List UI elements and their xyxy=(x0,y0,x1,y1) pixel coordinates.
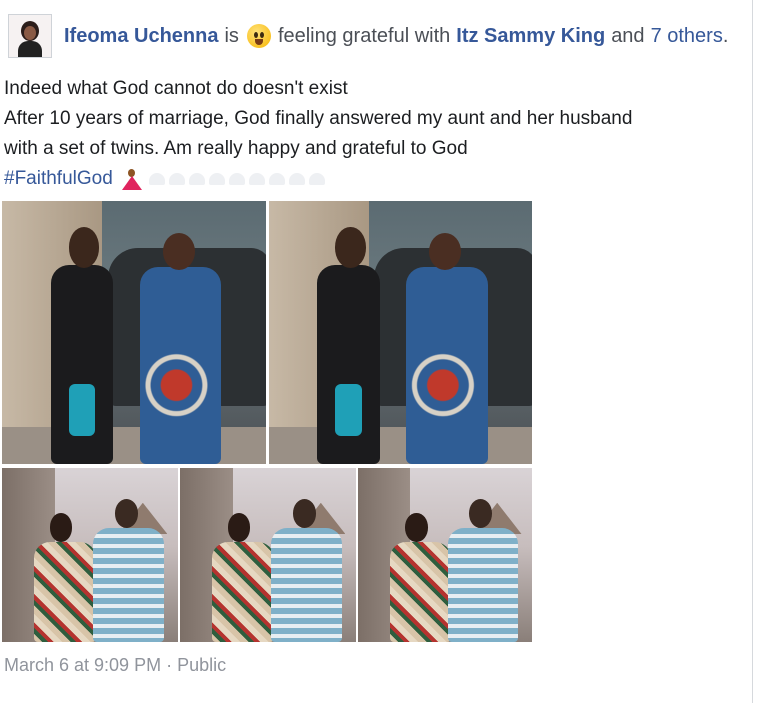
verb-text: is xyxy=(224,24,239,47)
avatar[interactable] xyxy=(8,14,52,58)
timestamp-link[interactable]: March 6 at 9:09 PM xyxy=(4,655,161,675)
faded-emoji-icon xyxy=(288,173,305,185)
others-link[interactable]: 7 others xyxy=(651,25,723,48)
post-message: Indeed what God cannot do doesn't exist … xyxy=(4,74,632,194)
message-line: Indeed what God cannot do doesn't exist xyxy=(4,78,348,99)
faded-emoji-icon xyxy=(228,173,245,185)
post-photo[interactable] xyxy=(358,468,532,642)
header-period: . xyxy=(722,24,729,47)
post-header-text: Ifeoma Uchenna is feeling grateful with … xyxy=(64,24,728,48)
faded-emoji-icon xyxy=(268,173,285,185)
tagged-person-link[interactable]: Itz Sammy King xyxy=(456,25,605,48)
photo-scene xyxy=(358,468,532,642)
faded-emoji-row xyxy=(148,173,325,185)
post-card: Ifeoma Uchenna is feeling grateful with … xyxy=(0,0,752,703)
photo-scene xyxy=(2,201,266,464)
faded-emoji-icon xyxy=(148,173,165,185)
photo-scene xyxy=(180,468,356,642)
page-divider xyxy=(752,0,753,703)
message-line: with a set of twins. Am really happy and… xyxy=(4,138,468,159)
faded-emoji-icon xyxy=(248,173,265,185)
smiling-face-icon xyxy=(246,24,271,48)
post-photo[interactable] xyxy=(269,201,532,464)
hashtag-link[interactable]: #FaithfulGod xyxy=(4,164,113,194)
faded-emoji-icon xyxy=(168,173,185,185)
faded-emoji-icon xyxy=(308,173,325,185)
message-line: After 10 years of marriage, God finally … xyxy=(4,108,633,129)
feeling-text: feeling grateful with xyxy=(277,24,451,47)
photo-scene xyxy=(269,201,532,464)
post-photo[interactable] xyxy=(2,201,266,464)
avatar-face xyxy=(24,26,36,40)
privacy-label[interactable]: Public xyxy=(177,655,226,675)
faded-emoji-icon xyxy=(208,173,225,185)
faded-emoji-icon xyxy=(188,173,205,185)
post-header: Ifeoma Uchenna is feeling grateful with … xyxy=(8,10,728,62)
and-text: and xyxy=(611,24,645,47)
post-meta: March 6 at 9:09 PM · Public xyxy=(4,655,226,676)
avatar-body xyxy=(18,41,42,57)
post-photo[interactable] xyxy=(180,468,356,642)
dancing-woman-icon xyxy=(119,167,143,191)
author-name-link[interactable]: Ifeoma Uchenna xyxy=(64,25,218,48)
hashtag-line: #FaithfulGod xyxy=(4,164,632,194)
post-photo[interactable] xyxy=(2,468,178,642)
photo-scene xyxy=(2,468,178,642)
meta-separator: · xyxy=(166,655,173,675)
